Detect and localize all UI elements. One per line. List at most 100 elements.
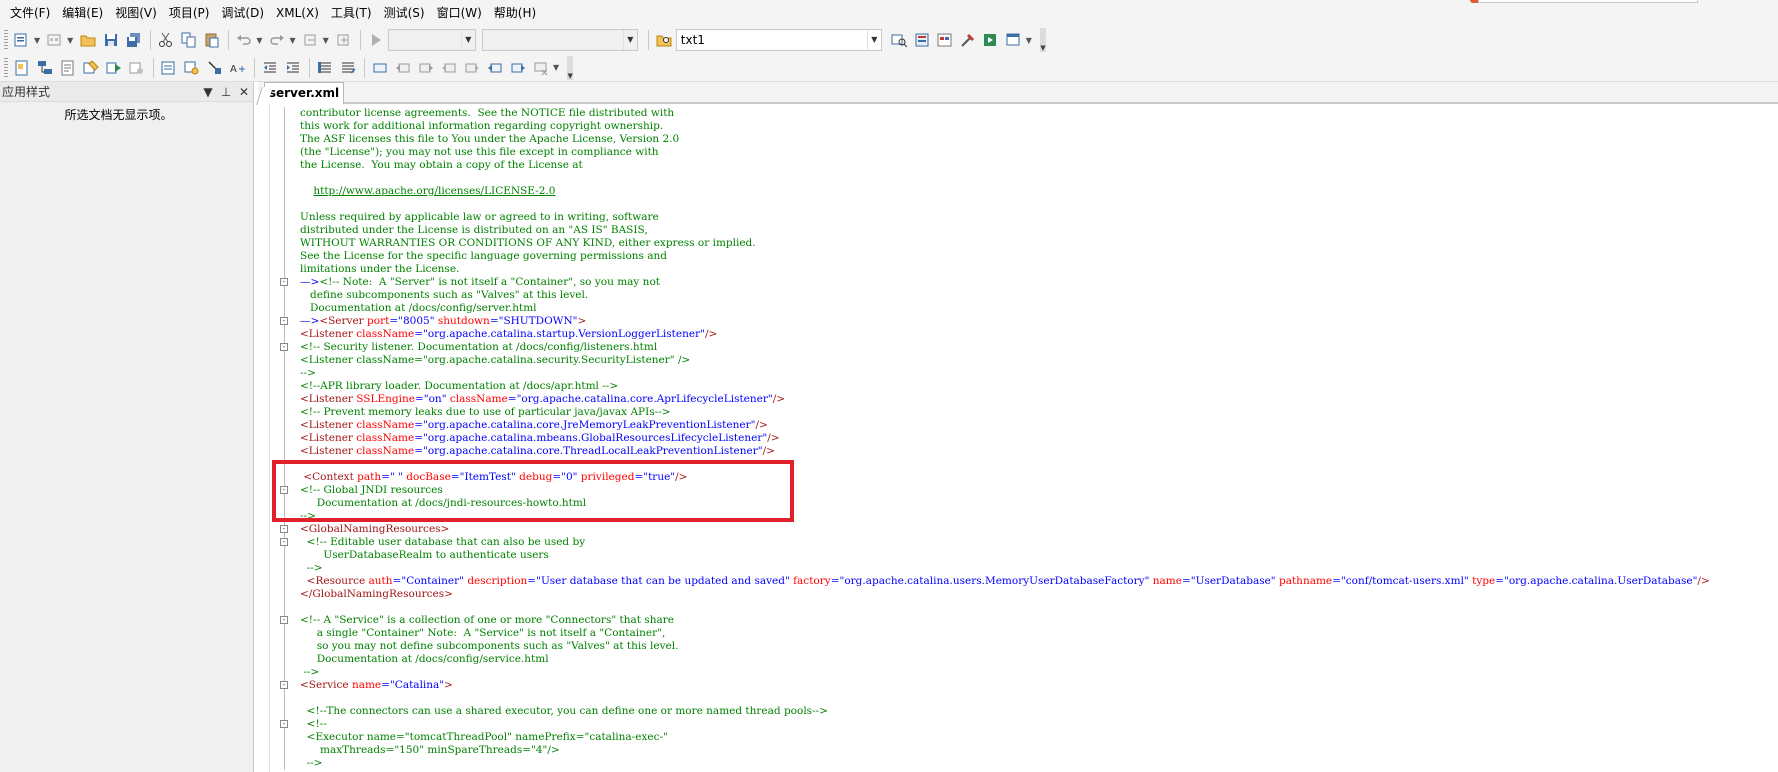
increase-indent-icon[interactable] bbox=[282, 57, 304, 79]
save-all-icon[interactable] bbox=[123, 29, 145, 51]
code-text: Documentation at /docs/config/service.ht… bbox=[300, 653, 549, 666]
next-bookmark-folder-icon[interactable] bbox=[461, 57, 483, 79]
menu-debug[interactable]: 调试(D) bbox=[215, 0, 270, 26]
toolbar-grip[interactable] bbox=[4, 30, 8, 50]
paste-icon[interactable] bbox=[201, 29, 223, 51]
new-project-icon[interactable] bbox=[11, 29, 33, 51]
code-token: Documentation at /docs/config/server.htm… bbox=[300, 302, 537, 314]
code-line bbox=[258, 601, 1778, 614]
uncomment-lines-icon[interactable] bbox=[337, 57, 359, 79]
xml-editor[interactable]: contributor license agreements. See the … bbox=[258, 104, 1778, 772]
collapse-icon[interactable]: - bbox=[280, 317, 288, 325]
add-item-icon[interactable] bbox=[44, 29, 66, 51]
chevron-down-icon[interactable]: ▼ bbox=[460, 30, 475, 50]
panel-menu-icon[interactable]: ▼ bbox=[199, 83, 217, 101]
fold-guide bbox=[284, 172, 285, 185]
code-token: = bbox=[414, 328, 424, 340]
find-combo[interactable]: txt1 ▼ bbox=[675, 29, 882, 51]
code-token: = bbox=[414, 445, 424, 457]
start-debug-icon[interactable] bbox=[365, 29, 387, 51]
next-bookmark-icon[interactable] bbox=[415, 57, 437, 79]
menu-xml[interactable]: XML(X) bbox=[270, 0, 325, 26]
menu-project[interactable]: 项目(P) bbox=[163, 0, 216, 26]
xml-run-icon[interactable] bbox=[103, 57, 125, 79]
clear-bookmarks-icon[interactable] bbox=[530, 57, 552, 79]
chevron-down-icon[interactable]: ▼ bbox=[289, 36, 295, 45]
navigate-forward-icon[interactable] bbox=[333, 29, 355, 51]
show-xslt-output-icon[interactable] bbox=[34, 57, 56, 79]
decrease-indent-icon[interactable] bbox=[259, 57, 281, 79]
find-in-files-icon[interactable] bbox=[653, 29, 675, 51]
next-bookmark-doc-icon[interactable] bbox=[507, 57, 529, 79]
create-schema-icon[interactable] bbox=[11, 57, 33, 79]
fold-guide bbox=[284, 328, 285, 341]
chevron-down-icon[interactable]: ▼ bbox=[1026, 36, 1032, 45]
menu-test[interactable]: 测试(S) bbox=[378, 0, 431, 26]
code-token: shutdown bbox=[434, 315, 490, 327]
close-icon[interactable]: ✕ bbox=[235, 83, 253, 101]
menu-file[interactable]: 文件(F) bbox=[0, 0, 56, 26]
schemas-icon[interactable] bbox=[80, 57, 102, 79]
collapse-icon[interactable]: - bbox=[280, 525, 288, 533]
menu-help[interactable]: 帮助(H) bbox=[488, 0, 542, 26]
menu-tools[interactable]: 工具(T) bbox=[325, 0, 378, 26]
save-icon[interactable] bbox=[100, 29, 122, 51]
list-members-icon[interactable] bbox=[158, 57, 180, 79]
chevron-down-icon[interactable]: ▼ bbox=[67, 36, 73, 45]
comment-lines-icon[interactable] bbox=[314, 57, 336, 79]
parameter-info-icon[interactable] bbox=[181, 57, 203, 79]
open-folder-icon[interactable] bbox=[77, 29, 99, 51]
menu-edit[interactable]: 编辑(E) bbox=[56, 0, 109, 26]
code-token: <Listener bbox=[300, 393, 357, 405]
previous-bookmark-folder-icon[interactable] bbox=[438, 57, 460, 79]
chevron-down-icon[interactable]: ▼ bbox=[323, 36, 329, 45]
code-token: className bbox=[356, 445, 415, 457]
toolbar-overflow-icon[interactable]: ▼ bbox=[567, 55, 574, 80]
collapse-icon[interactable]: - bbox=[280, 278, 288, 286]
xml-stop-icon[interactable] bbox=[126, 57, 148, 79]
code-token: --> bbox=[300, 367, 316, 379]
debug-xslt-icon[interactable] bbox=[57, 57, 79, 79]
code-line: (the "License"); you may not use this fi… bbox=[258, 146, 1778, 159]
previous-bookmark-icon[interactable] bbox=[392, 57, 414, 79]
chevron-down-icon[interactable]: ▼ bbox=[256, 36, 262, 45]
collapse-icon[interactable]: - bbox=[280, 720, 288, 728]
copy-icon[interactable] bbox=[178, 29, 200, 51]
navigate-back-icon[interactable] bbox=[300, 29, 322, 51]
tab-server-xml[interactable]: server.xml bbox=[264, 82, 344, 104]
solution-explorer-icon[interactable] bbox=[911, 29, 933, 51]
code-area[interactable]: contributor license agreements. See the … bbox=[258, 107, 1778, 770]
menu-view[interactable]: 视图(V) bbox=[109, 0, 163, 26]
solution-platform-combo[interactable]: ▼ bbox=[481, 29, 638, 51]
chevron-down-icon[interactable]: ▼ bbox=[34, 36, 40, 45]
chevron-down-icon[interactable]: ▼ bbox=[866, 30, 881, 50]
solution-config-combo[interactable]: ▼ bbox=[387, 29, 476, 51]
properties-icon[interactable] bbox=[934, 29, 956, 51]
fold-guide bbox=[284, 549, 285, 562]
toolbar-grip[interactable] bbox=[4, 57, 8, 78]
toolbox-icon[interactable] bbox=[957, 29, 979, 51]
undo-icon[interactable] bbox=[233, 29, 255, 51]
pin-icon[interactable]: ⊥ bbox=[217, 83, 235, 101]
collapse-icon[interactable]: - bbox=[280, 616, 288, 624]
find-icon[interactable] bbox=[888, 29, 910, 51]
collapse-icon[interactable]: - bbox=[280, 538, 288, 546]
redo-icon[interactable] bbox=[266, 29, 288, 51]
cut-icon[interactable] bbox=[155, 29, 177, 51]
collapse-icon[interactable]: - bbox=[280, 343, 288, 351]
complete-word-icon[interactable]: A bbox=[227, 57, 249, 79]
start-page-icon[interactable] bbox=[1003, 29, 1025, 51]
chevron-down-icon[interactable]: ▼ bbox=[553, 63, 559, 72]
chevron-down-icon[interactable]: ▼ bbox=[622, 30, 637, 50]
code-text: <Service name="Catalina"> bbox=[300, 679, 453, 692]
toggle-bookmark-icon[interactable] bbox=[369, 57, 391, 79]
object-browser-icon[interactable] bbox=[980, 29, 1002, 51]
menu-window[interactable]: 窗口(W) bbox=[431, 0, 488, 26]
collapse-icon[interactable]: - bbox=[280, 681, 288, 689]
code-line: --> bbox=[258, 367, 1778, 380]
previous-bookmark-doc-icon[interactable] bbox=[484, 57, 506, 79]
toolbar-overflow-icon[interactable]: ▼ bbox=[1039, 28, 1046, 52]
fold-guide bbox=[284, 757, 285, 770]
code-token: className bbox=[356, 419, 415, 431]
quick-info-icon[interactable] bbox=[204, 57, 226, 79]
